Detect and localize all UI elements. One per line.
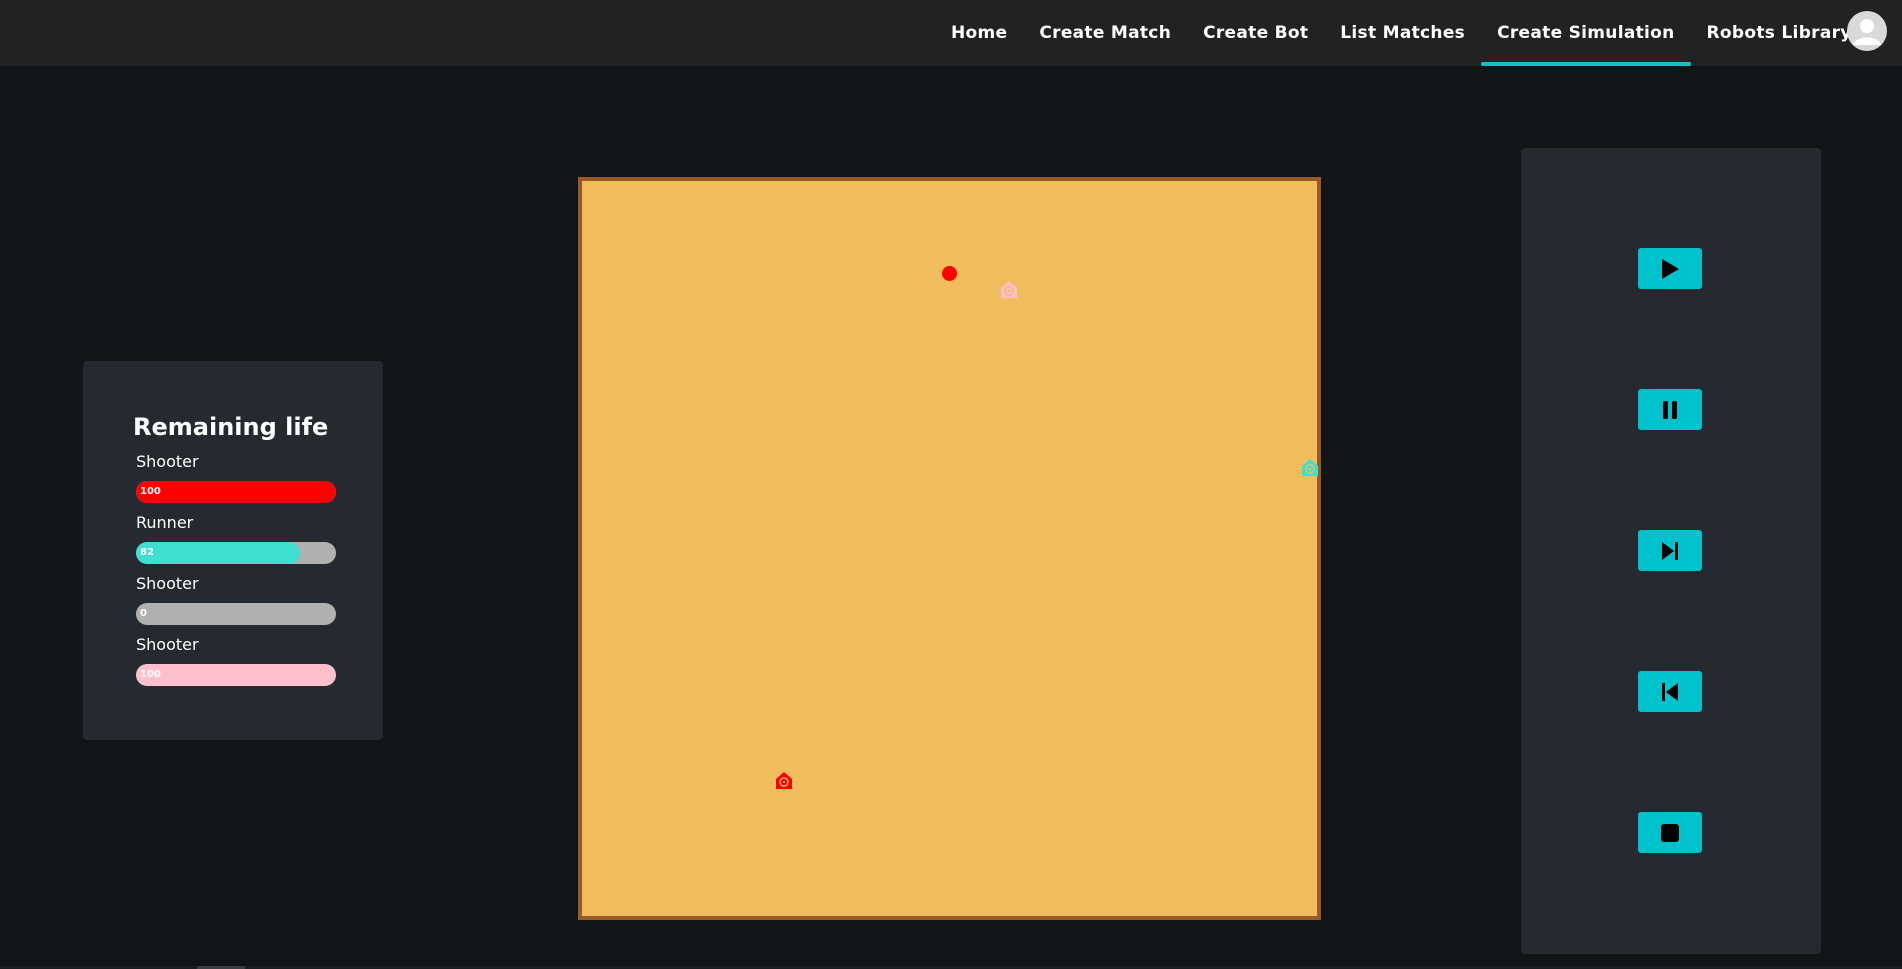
nav-create-simulation[interactable]: Create Simulation — [1481, 0, 1692, 66]
nav-create-bot[interactable]: Create Bot — [1187, 0, 1324, 66]
life-entry: Shooter 100 — [136, 634, 336, 686]
robot-icon — [1302, 459, 1318, 476]
step-forward-button[interactable] — [1638, 530, 1702, 571]
nav-robots-library[interactable]: Robots Library — [1691, 0, 1868, 66]
life-entry: Runner 82 — [136, 512, 336, 564]
life-value: 82 — [140, 547, 154, 558]
life-bar-fill — [136, 481, 336, 503]
stop-icon — [1661, 823, 1679, 842]
robot-name: Shooter — [136, 635, 199, 654]
life-bar: 0 — [136, 603, 336, 625]
play-icon — [1662, 258, 1679, 279]
life-value: 100 — [140, 669, 161, 680]
nav-create-match[interactable]: Create Match — [1023, 0, 1187, 66]
bullet — [942, 266, 957, 281]
life-bar: 100 — [136, 481, 336, 503]
life-value: 0 — [140, 608, 147, 619]
robot-name: Shooter — [136, 452, 199, 471]
nav-home[interactable]: Home — [935, 0, 1023, 66]
simulation-controls-panel — [1521, 148, 1821, 954]
robot-icon — [1001, 281, 1017, 298]
life-bar: 82 — [136, 542, 336, 564]
user-avatar[interactable] — [1847, 11, 1887, 51]
user-icon — [1853, 19, 1881, 45]
life-entry: Shooter 0 — [136, 573, 336, 625]
remaining-life-panel: Remaining life Shooter 100 Runner 82 Sho… — [83, 361, 383, 740]
nav-links: Home Create Match Create Bot List Matche… — [935, 0, 1868, 66]
battle-arena — [578, 177, 1321, 920]
life-bar: 100 — [136, 664, 336, 686]
stop-button[interactable] — [1638, 812, 1702, 853]
pause-icon — [1663, 400, 1677, 419]
robot-icon — [776, 772, 792, 789]
robot-pink — [999, 279, 1019, 299]
robot-runner — [1300, 457, 1320, 477]
robot-name: Runner — [136, 513, 194, 532]
remaining-life-title: Remaining life — [133, 413, 329, 441]
life-value: 100 — [140, 486, 161, 497]
top-navbar: Home Create Match Create Bot List Matche… — [0, 0, 1902, 66]
step-forward-icon — [1662, 541, 1678, 560]
robot-red — [774, 770, 794, 790]
life-bar-fill — [136, 664, 336, 686]
pause-button[interactable] — [1638, 389, 1702, 430]
robot-name: Shooter — [136, 574, 199, 593]
step-back-icon — [1662, 682, 1678, 701]
life-bar-fill — [136, 542, 300, 564]
play-button[interactable] — [1638, 248, 1702, 289]
life-entry: Shooter 100 — [136, 451, 336, 503]
step-back-button[interactable] — [1638, 671, 1702, 712]
nav-list-matches[interactable]: List Matches — [1324, 0, 1481, 66]
